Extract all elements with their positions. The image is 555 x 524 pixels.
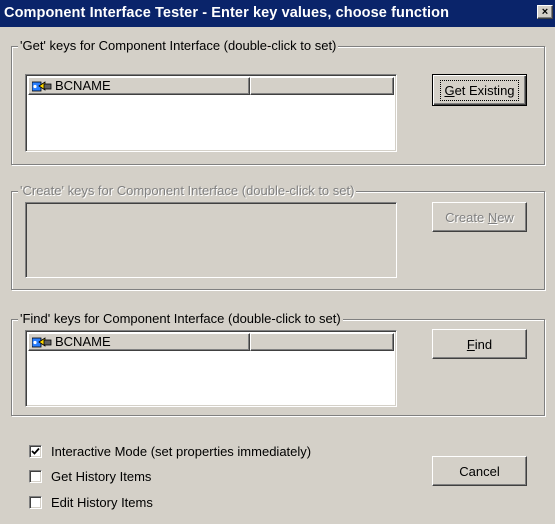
find-keys-list-header: BCNAME bbox=[28, 333, 394, 351]
create-new-button: Create New bbox=[432, 202, 527, 232]
get-column-label: BCNAME bbox=[55, 78, 111, 93]
get-column-bcname[interactable]: BCNAME bbox=[28, 77, 250, 95]
edit-history-label: Edit History Items bbox=[51, 494, 153, 510]
window-title: Component Interface Tester - Enter key v… bbox=[4, 5, 450, 21]
get-keys-legend: 'Get' keys for Component Interface (doub… bbox=[18, 38, 339, 53]
get-existing-button[interactable]: Get Existing bbox=[432, 74, 527, 106]
interactive-mode-label: Interactive Mode (set properties immedia… bbox=[51, 443, 312, 459]
get-history-checkbox[interactable] bbox=[29, 469, 42, 483]
find-column-label: BCNAME bbox=[55, 334, 111, 349]
checkmark-icon bbox=[31, 447, 40, 455]
create-keys-list bbox=[25, 202, 397, 278]
edit-history-checkbox[interactable] bbox=[29, 495, 42, 509]
interactive-mode-checkbox[interactable] bbox=[29, 444, 42, 458]
cancel-button[interactable]: Cancel bbox=[432, 456, 527, 486]
edit-history-option[interactable]: Edit History Items bbox=[29, 494, 153, 510]
get-keys-list[interactable]: BCNAME bbox=[25, 74, 397, 152]
get-history-label: Get History Items bbox=[51, 468, 152, 484]
find-button[interactable]: Find bbox=[432, 329, 527, 359]
find-column-bcname[interactable]: BCNAME bbox=[28, 333, 250, 351]
find-column-empty[interactable] bbox=[250, 333, 394, 351]
title-bar: Component Interface Tester - Enter key v… bbox=[0, 0, 555, 27]
close-button[interactable]: × bbox=[537, 5, 553, 19]
interactive-mode-option[interactable]: Interactive Mode (set properties immedia… bbox=[29, 443, 311, 459]
create-keys-legend: 'Create' keys for Component Interface (d… bbox=[18, 183, 357, 198]
get-history-option[interactable]: Get History Items bbox=[29, 468, 151, 484]
find-keys-legend: 'Find' keys for Component Interface (dou… bbox=[18, 311, 343, 326]
close-icon: × bbox=[541, 6, 549, 18]
get-column-empty[interactable] bbox=[250, 77, 394, 95]
find-keys-list[interactable]: BCNAME bbox=[25, 330, 397, 407]
key-icon bbox=[32, 337, 52, 348]
key-icon bbox=[32, 81, 52, 92]
get-keys-list-header: BCNAME bbox=[28, 77, 394, 95]
